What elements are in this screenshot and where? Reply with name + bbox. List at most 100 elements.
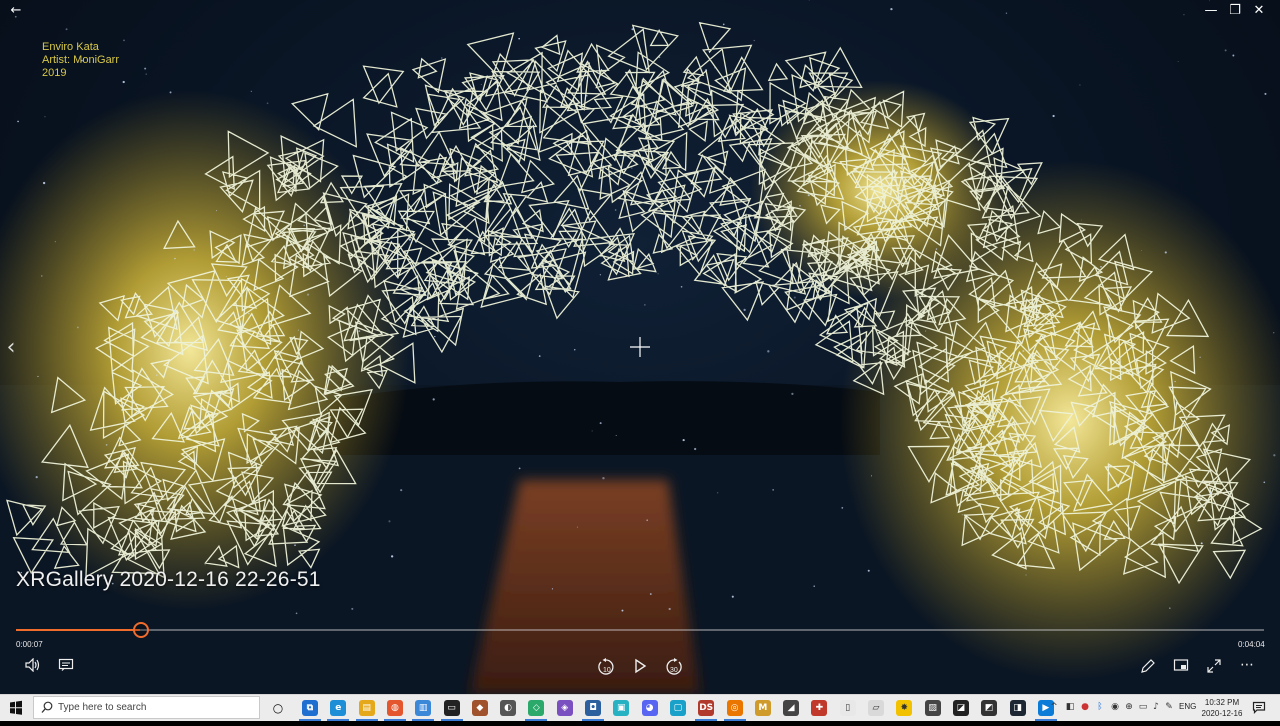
file-explorer-icon[interactable]: ▤ [359, 700, 375, 716]
app-icon[interactable]: ◢ [783, 700, 799, 716]
task-view-icon[interactable]: ⧉ [302, 700, 318, 716]
show-hidden-icons-chevron-icon[interactable]: ^ [1048, 701, 1060, 713]
star [1052, 115, 1054, 117]
fullscreen-icon[interactable] [1203, 658, 1225, 676]
app-icon[interactable]: ◇ [528, 700, 544, 716]
visual-studio-icon[interactable]: ◘ [585, 700, 601, 716]
game-icon[interactable]: ◆ [472, 700, 488, 716]
search-input[interactable] [58, 700, 248, 715]
taskbar-search[interactable] [33, 696, 260, 719]
tray-app-icon[interactable]: ◉ [1109, 701, 1121, 713]
star [37, 376, 38, 377]
maya-icon[interactable]: M [755, 700, 771, 716]
more-options-icon[interactable]: ⋯ [1236, 656, 1258, 674]
star [658, 273, 659, 274]
edge-icon[interactable]: e [330, 700, 346, 716]
photos-icon[interactable]: ▣ [613, 700, 629, 716]
skip-forward-30-button[interactable]: 30 [663, 658, 685, 676]
star [669, 608, 671, 610]
star [193, 249, 195, 251]
app-icon[interactable]: ◪ [953, 700, 969, 716]
star [1068, 300, 1069, 301]
star [499, 257, 501, 259]
star [615, 209, 617, 211]
star [36, 476, 38, 478]
star [506, 201, 507, 202]
language-indicator[interactable]: ENG [1179, 702, 1196, 711]
tray-app-icon[interactable]: ⊕ [1123, 701, 1135, 713]
notifications-icon[interactable] [1252, 701, 1266, 719]
star [1201, 542, 1203, 544]
star [1021, 206, 1023, 208]
star [525, 220, 526, 221]
taskbar-clock[interactable]: 10:32 PM 2020-12-16 [1200, 697, 1244, 719]
discord-icon[interactable]: ◕ [642, 700, 658, 716]
mini-view-icon[interactable] [1170, 658, 1192, 676]
seek-bar-thumb[interactable] [133, 622, 149, 638]
video-viewer[interactable]: ← — ❐ ✕ ‹ Enviro Kata Artist: MoniGarr 2… [0, 0, 1280, 694]
app-icon[interactable]: ▯ [840, 700, 856, 716]
star [307, 293, 309, 295]
app-icon[interactable]: ▨ [925, 700, 941, 716]
play-button[interactable] [629, 658, 651, 676]
taskbar: ○ ⧉e▤◍▥▭◆◐◇◈◘▣◕▢DS◎M◢✚▯▱✸▨◪◩◨▶ ^ ◧ ● ᛒ ◉… [0, 694, 1280, 721]
edit-pencil-icon[interactable] [1137, 658, 1159, 676]
star [394, 80, 396, 82]
firefox-icon[interactable]: ◍ [387, 700, 403, 716]
blender-icon[interactable]: ◎ [727, 700, 743, 716]
tray-app-icon[interactable]: ◧ [1064, 701, 1076, 713]
star [925, 331, 926, 332]
start-button[interactable] [0, 695, 32, 721]
star [1178, 61, 1179, 62]
unity-icon[interactable]: ◩ [981, 700, 997, 716]
tray-app-icon[interactable]: ● [1079, 701, 1091, 713]
bluetooth-icon[interactable]: ᛒ [1094, 701, 1106, 713]
app-icon[interactable]: ▢ [670, 700, 686, 716]
star [1081, 220, 1082, 221]
star [574, 349, 575, 350]
star [303, 225, 305, 227]
star [351, 608, 353, 610]
sphere-app-icon[interactable]: ◐ [500, 700, 516, 716]
volume-icon[interactable]: ♪ [1150, 701, 1162, 713]
network-icon[interactable]: ▭ [1137, 701, 1149, 713]
clock-date: 2020-12-16 [1200, 708, 1244, 719]
star [592, 431, 593, 432]
oculus-icon[interactable]: ▭ [444, 700, 460, 716]
star [1006, 13, 1007, 14]
star [1264, 93, 1266, 95]
app-icon[interactable]: ▱ [868, 700, 884, 716]
star [1048, 310, 1049, 311]
star [55, 241, 56, 242]
star [631, 167, 633, 169]
app-icon[interactable]: ✸ [896, 700, 912, 716]
star [390, 85, 391, 86]
star [714, 67, 716, 69]
star [1151, 302, 1152, 303]
back-button[interactable]: ← [0, 0, 32, 22]
notes-icon[interactable]: ▥ [415, 700, 431, 716]
daz-studio-icon[interactable]: DS [698, 700, 714, 716]
star [936, 248, 938, 250]
star [965, 419, 966, 420]
star [306, 237, 308, 239]
close-button[interactable]: ✕ [1238, 0, 1280, 22]
seek-bar[interactable] [16, 629, 1264, 631]
skip-back-10-button[interactable]: 10 [595, 658, 617, 676]
star [659, 56, 661, 58]
app-icon[interactable]: ◨ [1010, 700, 1026, 716]
star [77, 327, 79, 329]
pen-icon[interactable]: ✎ [1163, 701, 1175, 713]
app-icon[interactable]: ◈ [557, 700, 573, 716]
previous-item-arrow[interactable]: ‹ [2, 334, 20, 362]
star [683, 439, 685, 441]
star [519, 467, 521, 469]
star [146, 74, 147, 75]
subtitles-icon[interactable] [55, 658, 77, 676]
star [1025, 574, 1026, 575]
star [1225, 49, 1227, 51]
volume-icon[interactable] [22, 658, 44, 676]
cortana-icon[interactable]: ○ [270, 700, 286, 716]
star [298, 330, 299, 331]
app-icon[interactable]: ✚ [811, 700, 827, 716]
